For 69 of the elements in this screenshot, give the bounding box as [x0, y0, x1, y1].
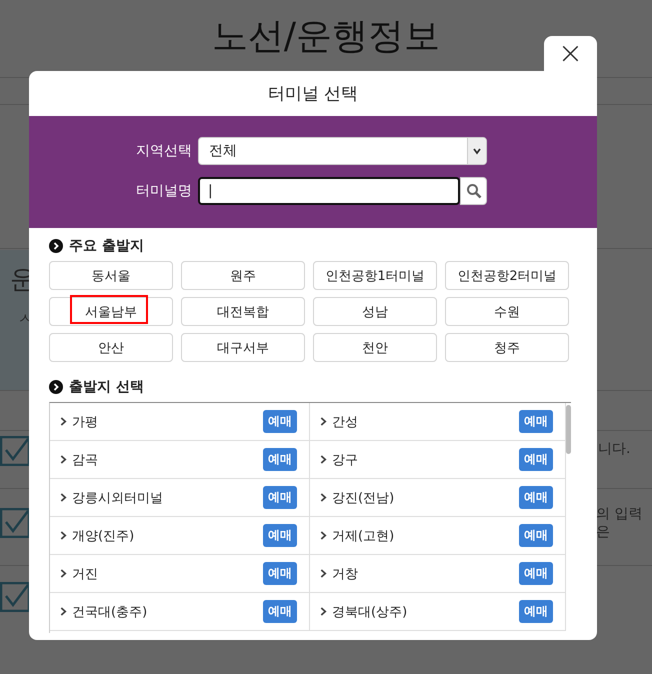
field-label: 터미널명 [135, 182, 193, 200]
booking-badge[interactable]: 예매 [263, 486, 297, 509]
chevron-icon [320, 569, 327, 578]
terminal-name[interactable]: 거제(고현) [332, 526, 394, 544]
page-text: 니다. [598, 440, 630, 458]
chevron-icon [320, 607, 327, 616]
chevron-icon [320, 493, 327, 502]
terminal-button[interactable]: 서울남부 [49, 297, 173, 326]
bullet-icon [49, 380, 63, 394]
booking-badge[interactable]: 예매 [263, 410, 297, 433]
field-label: 지역선택 [135, 142, 193, 160]
booking-badge[interactable]: 예매 [263, 524, 297, 547]
terminal-name[interactable]: 간성 [332, 412, 358, 430]
terminal-button[interactable]: 인천공항1터미널 [313, 261, 437, 290]
caret-icon [472, 146, 482, 156]
page-title: 노선/운행정보 [212, 15, 440, 59]
chevron-icon [60, 531, 67, 540]
booking-badge[interactable]: 예매 [263, 600, 297, 623]
booking-badge[interactable]: 예매 [519, 524, 553, 547]
region-dropdown[interactable]: 전체 [198, 137, 487, 165]
booking-badge[interactable]: 예매 [519, 600, 553, 623]
search-icon [466, 183, 482, 199]
terminal-button[interactable]: 동서울 [49, 261, 173, 290]
page-text: ㅅ [18, 310, 32, 328]
terminal-button[interactable]: 대전복합 [181, 297, 305, 326]
chevron-icon [60, 417, 67, 426]
terminal-name[interactable]: 거창 [332, 564, 358, 582]
booking-badge[interactable]: 예매 [519, 448, 553, 471]
checkbox-icon [0, 436, 30, 466]
terminal-button[interactable]: 성남 [313, 297, 437, 326]
terminal-button[interactable]: 천안 [313, 333, 437, 362]
booking-badge[interactable]: 예매 [263, 562, 297, 585]
search-button[interactable] [460, 177, 487, 205]
checkbox-icon [0, 582, 30, 612]
checkbox-icon [0, 508, 30, 538]
terminal-name[interactable]: 건국대(충주) [72, 602, 148, 620]
terminal-name[interactable]: 개양(진주) [72, 526, 134, 544]
terminal-name[interactable]: 감곡 [72, 450, 98, 468]
terminal-button[interactable]: 인천공항2터미널 [445, 261, 569, 290]
terminal-name[interactable]: 가평 [72, 412, 98, 430]
page-text: 의 입력은 [596, 505, 644, 541]
input-field[interactable]: | [198, 177, 460, 205]
booking-badge[interactable]: 예매 [519, 562, 553, 585]
chevron-icon [60, 493, 67, 502]
booking-badge[interactable]: 예매 [263, 448, 297, 471]
terminal-name[interactable]: 거진 [72, 564, 98, 582]
chevron-icon [60, 607, 67, 616]
chevron-icon [60, 455, 67, 464]
chevron-icon [320, 531, 327, 540]
chevron-icon [320, 417, 327, 426]
terminal-name[interactable]: 강구 [332, 450, 358, 468]
close-button[interactable]: × [544, 36, 597, 71]
section-heading: 출발지 선택 [69, 378, 144, 396]
chevron-icon [60, 569, 67, 578]
terminal-button[interactable]: 수원 [445, 297, 569, 326]
booking-badge[interactable]: 예매 [519, 410, 553, 433]
terminal-name[interactable]: 강릉시외터미널 [72, 488, 163, 506]
terminal-name[interactable]: 강진(전남) [332, 488, 394, 506]
scrollbar[interactable] [566, 405, 571, 454]
chevron-icon [320, 455, 327, 464]
dialog-title: 터미널 선택 [266, 83, 360, 106]
terminal-button[interactable]: 원주 [181, 261, 305, 290]
terminal-name[interactable]: 경북대(상주) [332, 602, 408, 620]
section-heading: 주요 출발지 [69, 237, 144, 255]
terminal-button[interactable]: 청주 [445, 333, 569, 362]
terminal-button[interactable]: 안산 [49, 333, 173, 362]
terminal-button[interactable]: 대구서부 [181, 333, 305, 362]
bullet-icon [49, 239, 63, 253]
booking-badge[interactable]: 예매 [519, 486, 553, 509]
